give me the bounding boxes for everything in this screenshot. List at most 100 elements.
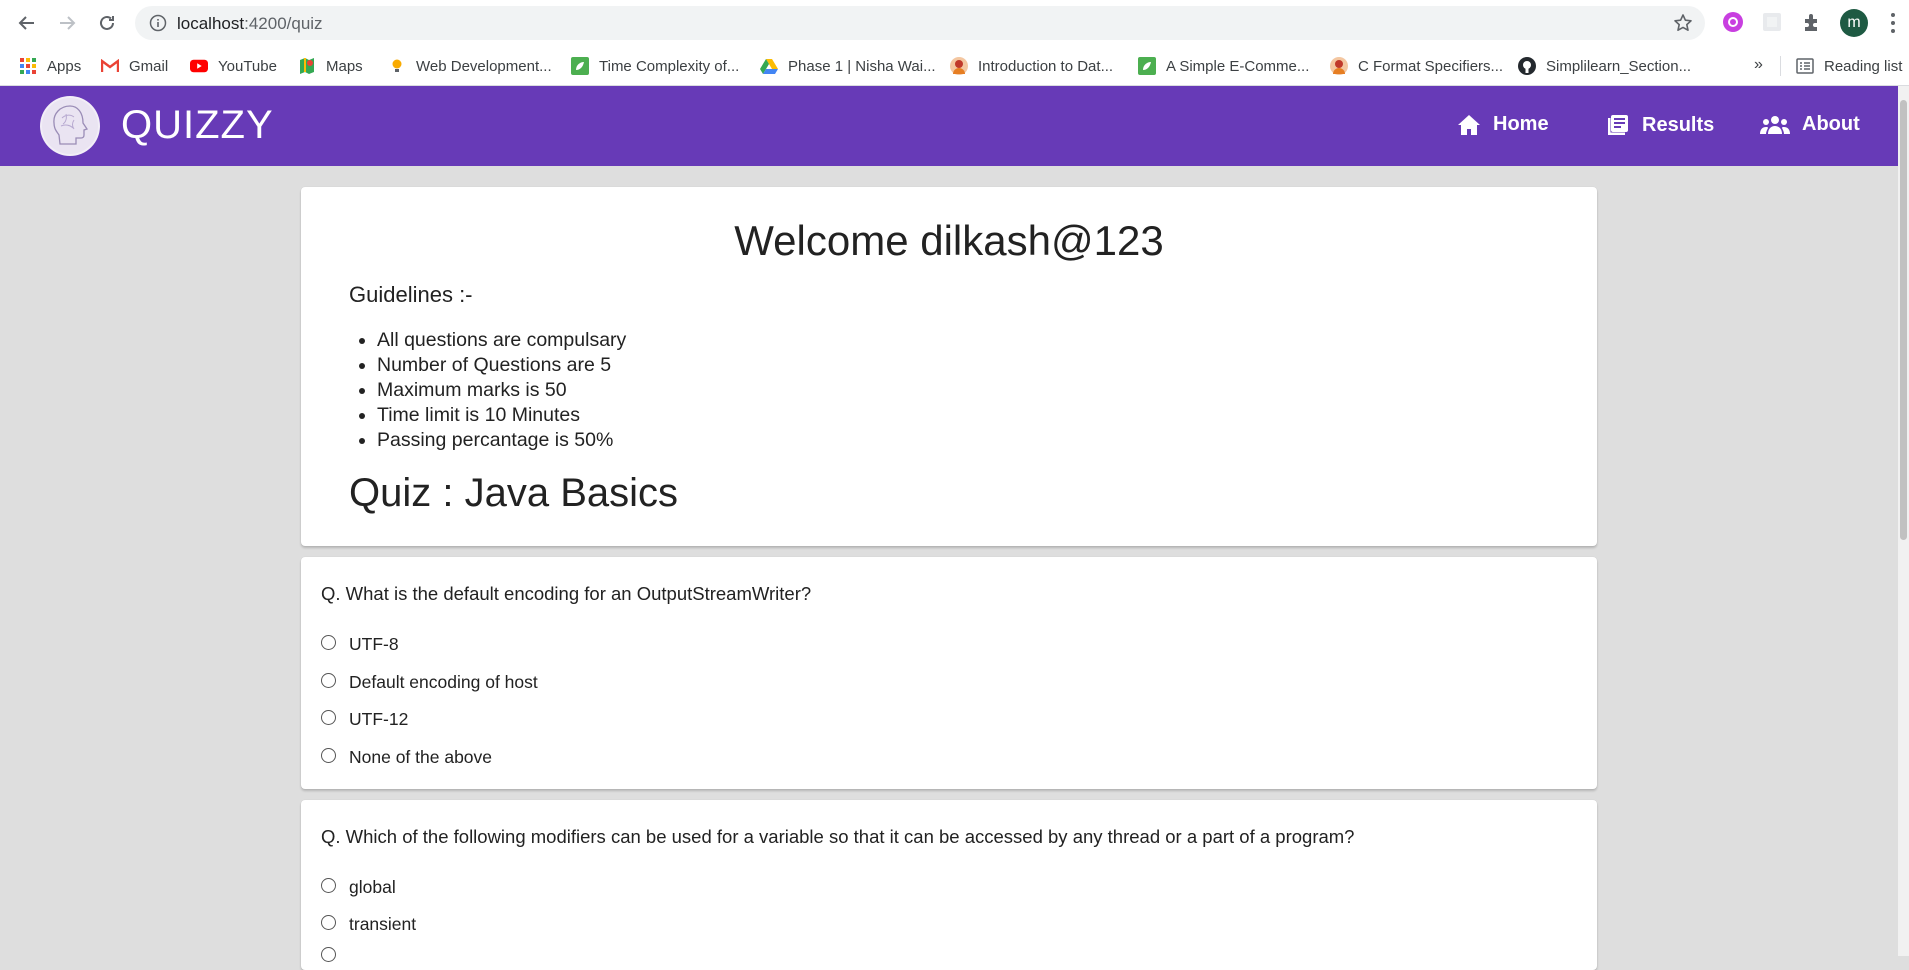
site-info-icon[interactable] — [149, 14, 167, 32]
quiz-title: Quiz : Java Basics — [349, 471, 679, 515]
results-icon — [1608, 115, 1628, 135]
answer-option[interactable]: transient — [321, 914, 416, 935]
intro-card: Welcome dilkash@123 Guidelines :- All qu… — [301, 187, 1597, 546]
radio-button[interactable] — [321, 673, 336, 688]
bookmarks-divider — [1780, 56, 1781, 76]
drive-icon — [760, 57, 778, 75]
answer-option[interactable] — [321, 947, 349, 962]
bookmark-simplilearn[interactable]: Simplilearn_Section... — [1518, 54, 1691, 78]
radio-button[interactable] — [321, 878, 336, 893]
guideline-item: Maximum marks is 50 — [377, 378, 626, 403]
reload-icon — [100, 15, 114, 30]
radio-button[interactable] — [321, 947, 336, 962]
answer-option[interactable]: None of the above — [321, 747, 492, 768]
bookmark-phase-1[interactable]: Phase 1 | Nisha Wai... — [760, 54, 936, 78]
bookmark-c-format[interactable]: C Format Specifiers... — [1330, 54, 1503, 78]
bookmark-simple-ecommerce[interactable]: A Simple E-Comme... — [1138, 54, 1309, 78]
bookmark-label: Web Development... — [416, 57, 552, 75]
answer-option[interactable]: Default encoding of host — [321, 672, 538, 693]
nav-results[interactable]: Results — [1606, 113, 1714, 137]
avatar-icon — [1330, 57, 1348, 75]
bookmark-label: Time Complexity of... — [599, 57, 740, 75]
leaf-icon — [1138, 57, 1156, 75]
maps-icon — [298, 57, 316, 75]
back-arrow-icon — [18, 16, 34, 30]
back-button[interactable] — [13, 9, 41, 37]
bookmark-youtube[interactable]: YouTube — [190, 54, 277, 78]
scrollbar-thumb[interactable] — [1900, 100, 1907, 540]
bookmark-web-development[interactable]: Web Development... — [388, 54, 552, 78]
option-label: UTF-12 — [349, 709, 409, 729]
bulb-icon — [388, 57, 406, 75]
forward-arrow-icon — [60, 16, 76, 30]
option-label: Default encoding of host — [349, 672, 538, 692]
bookmark-maps[interactable]: Maps — [298, 54, 363, 78]
radio-button[interactable] — [321, 710, 336, 725]
bookmark-label: Simplilearn_Section... — [1546, 57, 1692, 75]
nav-about[interactable]: About — [1760, 113, 1860, 136]
more-bookmarks-button[interactable]: » — [1754, 56, 1763, 74]
radio-button[interactable] — [321, 915, 336, 930]
question-text: Q. Which of the following modifiers can … — [321, 826, 1355, 847]
leaf-icon — [571, 57, 589, 75]
guideline-item: Passing percantage is 50% — [377, 428, 626, 453]
question-text: Q. What is the default encoding for an O… — [321, 583, 812, 604]
bookmark-introduction[interactable]: Introduction to Dat... — [950, 54, 1113, 78]
url-text: localhost:4200/quiz — [177, 14, 323, 34]
nav-home-label: Home — [1493, 113, 1549, 135]
app-navbar: QUIZZY Home Results About — [0, 86, 1898, 166]
bookmark-star-icon[interactable] — [1673, 13, 1693, 33]
guidelines-title: Guidelines :- — [349, 282, 473, 307]
people-icon — [1760, 115, 1790, 134]
option-label: transient — [349, 914, 417, 934]
url-path: :4200/quiz — [244, 14, 323, 33]
bookmark-time-complexity[interactable]: Time Complexity of... — [571, 54, 739, 78]
home-icon — [1458, 114, 1480, 135]
answer-option[interactable]: UTF-8 — [321, 634, 399, 655]
answer-option[interactable]: UTF-12 — [321, 709, 408, 730]
profile-avatar[interactable]: m — [1840, 9, 1868, 37]
avatar-icon — [950, 57, 968, 75]
browser-menu-icon[interactable] — [1890, 12, 1896, 34]
bookmark-label: Phase 1 | Nisha Wai... — [788, 57, 936, 75]
extensions-puzzle-icon[interactable] — [1801, 11, 1823, 33]
question-card: Q. What is the default encoding for an O… — [301, 557, 1597, 789]
nav-about-label: About — [1802, 113, 1860, 135]
extension-purple-icon[interactable] — [1722, 11, 1744, 33]
profile-initial: m — [1847, 14, 1861, 31]
bookmark-label: Maps — [326, 57, 363, 75]
bookmarks-bar: Apps Gmail YouTube Maps Web Development.… — [0, 46, 1909, 86]
reading-list-label: Reading list — [1824, 57, 1903, 75]
forward-button[interactable] — [53, 9, 81, 37]
bookmark-label: Introduction to Dat... — [978, 57, 1114, 75]
reload-button[interactable] — [93, 9, 121, 37]
question-card: Q. Which of the following modifiers can … — [301, 800, 1597, 970]
address-bar[interactable]: localhost:4200/quiz — [135, 6, 1705, 40]
option-label: UTF-8 — [349, 634, 399, 654]
option-label: None of the above — [349, 747, 493, 767]
reading-list-icon — [1796, 57, 1814, 75]
radio-button[interactable] — [321, 748, 336, 763]
app-brand[interactable]: QUIZZY — [121, 103, 274, 148]
reading-list-button[interactable]: Reading list — [1796, 54, 1902, 78]
extension-grey-icon[interactable] — [1761, 11, 1783, 33]
guidelines-list: All questions are compulsary Number of Q… — [377, 328, 626, 453]
apps-grid-icon — [19, 57, 37, 75]
nav-home[interactable]: Home — [1457, 113, 1549, 136]
option-label: global — [349, 877, 396, 897]
answer-option[interactable]: global — [321, 877, 396, 898]
bookmark-apps[interactable]: Apps — [19, 54, 81, 78]
github-icon — [1518, 57, 1536, 75]
bookmark-label: Apps — [47, 57, 82, 75]
welcome-heading: Welcome dilkash@123 — [734, 217, 1164, 264]
bookmark-label: YouTube — [218, 57, 277, 75]
radio-button[interactable] — [321, 635, 336, 650]
bookmark-gmail[interactable]: Gmail — [101, 54, 168, 78]
url-host: localhost — [177, 14, 245, 33]
youtube-icon — [190, 57, 208, 75]
quizzy-logo[interactable] — [40, 96, 100, 156]
gmail-icon — [101, 57, 119, 75]
bookmark-label: A Simple E-Comme... — [1166, 57, 1310, 75]
bookmark-label: Gmail — [129, 57, 169, 75]
guideline-item: Number of Questions are 5 — [377, 353, 626, 378]
